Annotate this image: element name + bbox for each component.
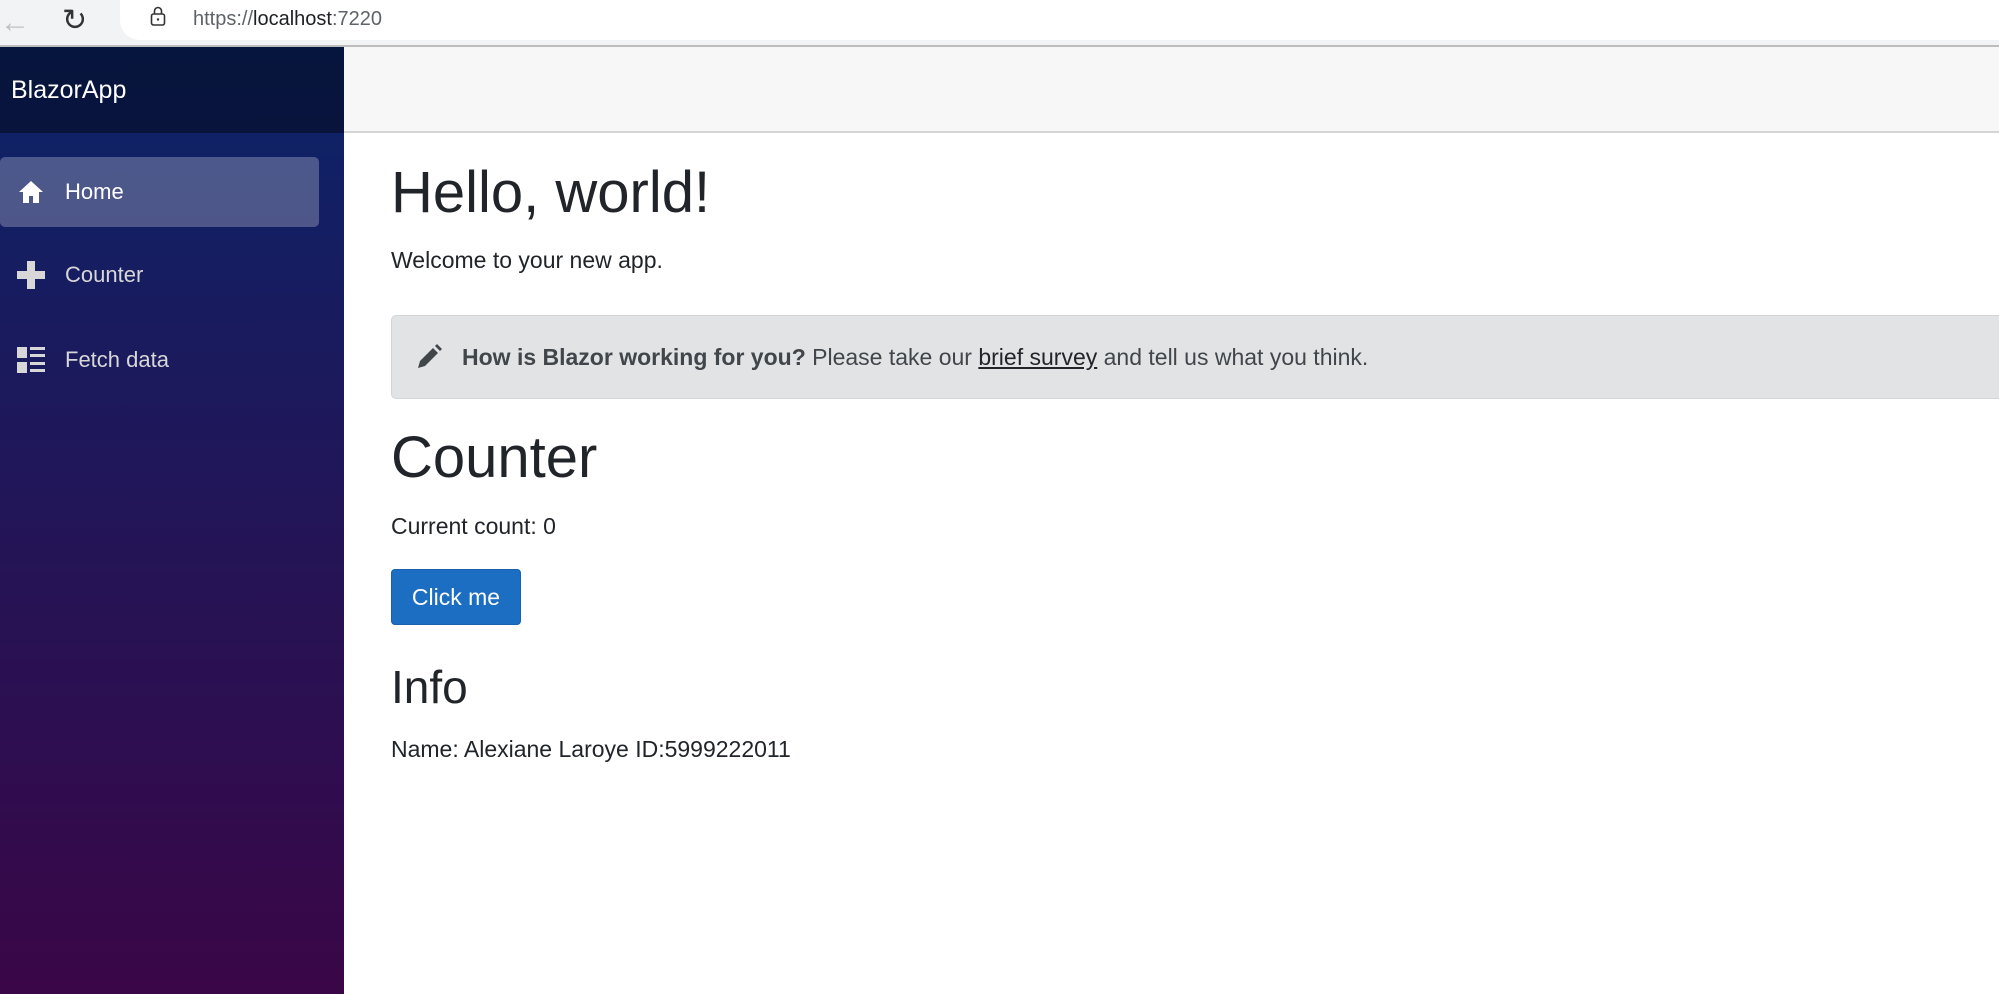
sidebar-item-fetch-data[interactable]: Fetch data	[0, 325, 319, 395]
top-row	[344, 47, 1999, 133]
sidebar-item-counter[interactable]: Counter	[0, 240, 319, 310]
sidebar-item-label: Home	[65, 179, 124, 204]
reload-icon[interactable]: ↻	[62, 3, 87, 38]
info-text: Name: Alexiane Laroye ID:5999222011	[391, 736, 791, 762]
survey-text: How is Blazor working for you? Please ta…	[462, 344, 1368, 371]
brand-link[interactable]: BlazorApp	[11, 76, 126, 105]
sidebar-item-home[interactable]: Home	[0, 157, 319, 227]
address-bar[interactable]: https://localhost:7220	[120, 0, 1999, 40]
page-title: Hello, world!	[391, 160, 711, 225]
plus-icon	[16, 260, 46, 290]
info-title: Info	[391, 661, 468, 713]
survey-alert: How is Blazor working for you? Please ta…	[391, 315, 1999, 399]
sidebar-item-label: Fetch data	[65, 347, 169, 372]
lock-icon	[150, 6, 166, 26]
sidebar-item-label: Counter	[65, 262, 144, 287]
back-arrow-icon[interactable]: ←	[0, 6, 30, 40]
survey-post: and tell us what you think.	[1097, 343, 1369, 370]
url-host: localhost	[253, 8, 332, 30]
welcome-text: Welcome to your new app.	[391, 247, 663, 273]
survey-question: How is Blazor working for you?	[462, 343, 806, 370]
home-icon	[16, 177, 46, 207]
browser-toolbar: ← ↻ https://localhost:7220	[0, 0, 1999, 47]
brand-row: BlazorApp	[0, 47, 344, 133]
list-icon	[16, 345, 46, 375]
url-scheme: https://	[193, 8, 254, 30]
survey-link[interactable]: brief survey	[978, 344, 1097, 370]
url-port: :7220	[331, 8, 383, 30]
current-count: Current count: 0	[391, 513, 556, 539]
click-me-button[interactable]: Click me	[391, 569, 521, 625]
pencil-icon	[418, 344, 442, 368]
survey-pre: Please take our	[805, 343, 979, 370]
url-text: https://localhost:7220	[193, 8, 382, 31]
sidebar: BlazorApp Home Counter Fetch data	[0, 47, 344, 994]
counter-title: Counter	[391, 425, 598, 490]
